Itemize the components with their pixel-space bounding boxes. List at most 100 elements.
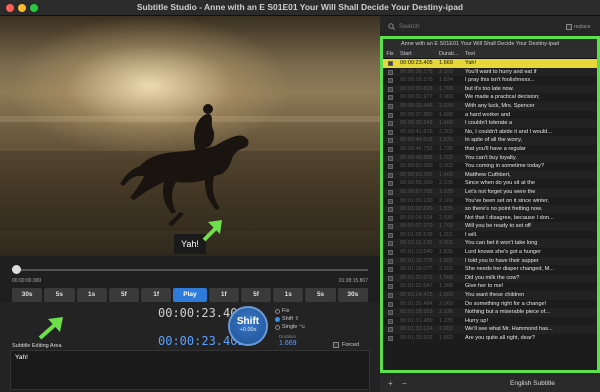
row-fix-checkbox[interactable]	[383, 274, 397, 283]
row-fix-checkbox[interactable]	[383, 128, 397, 137]
table-row[interactable]: 00:00:26.175 2.100 You'll want to hurry an…	[383, 67, 597, 77]
table-row[interactable]: 00:00:57.795 1.935 Let's not forget you we…	[383, 187, 597, 197]
replace-toggle[interactable]: replace	[566, 24, 590, 30]
table-row[interactable]: 00:00:32.977 2.069 We made a practical dec…	[383, 93, 597, 102]
column-start[interactable]: Start	[397, 49, 439, 58]
play-button[interactable]: Play	[173, 288, 207, 302]
row-fix-checkbox[interactable]	[383, 119, 397, 128]
row-fix-checkbox[interactable]	[383, 308, 397, 317]
duration-value[interactable]: 1.669	[279, 340, 297, 347]
table-row[interactable]: 00:01:20.679 1.568 Did you milk the cow?	[383, 273, 597, 283]
table-row[interactable]: 00:00:39.948 1.468 I couldn't tolerate a	[383, 119, 597, 128]
row-fix-checkbox[interactable]	[383, 325, 397, 334]
row-fix-checkbox[interactable]	[383, 85, 397, 94]
back-1s-button[interactable]: 1s	[76, 288, 107, 302]
row-fix-checkbox[interactable]	[383, 282, 397, 291]
table-row[interactable]: 00:01:18.077 2.202 She needs her diaper ch…	[383, 265, 597, 274]
forward-1s-button[interactable]: 1s	[273, 288, 304, 302]
row-fix-checkbox[interactable]	[383, 197, 397, 206]
table-row[interactable]: 00:01:07.370 1.768 Will you be ready to se…	[383, 222, 597, 231]
table-row[interactable]: 00:01:15.775 1.902 I told you to have thei…	[383, 256, 597, 266]
search-field[interactable]: Search	[384, 20, 554, 32]
table-row[interactable]: 00:00:37.880 1.668 a hard worker and	[383, 111, 597, 120]
row-fix-checkbox[interactable]	[383, 265, 397, 274]
row-fix-checkbox[interactable]	[383, 291, 397, 300]
shift-button[interactable]: Shift +0.00s	[228, 306, 268, 346]
row-fix-checkbox[interactable]	[383, 257, 397, 266]
remove-button[interactable]: −	[402, 379, 407, 388]
table-row[interactable]: 00:01:22.647 1.368 Give her to me!	[383, 282, 597, 291]
row-start: 00:00:37.880	[400, 111, 433, 118]
scrubber-knob[interactable]	[12, 265, 21, 274]
row-fix-checkbox[interactable]	[383, 188, 397, 197]
table-row[interactable]: 00:00:41.816 2.302 No, I couldn't abide it…	[383, 128, 597, 137]
forward-1f-button[interactable]: 1f	[208, 288, 239, 302]
row-fix-checkbox[interactable]	[383, 76, 397, 85]
row-fix-checkbox[interactable]	[383, 154, 397, 163]
forward-5f-button[interactable]: 5f	[240, 288, 272, 302]
row-fix-checkbox[interactable]	[383, 136, 397, 145]
table-row[interactable]: 00:01:26.484 2.069 Do something right for …	[383, 300, 597, 309]
forward-30s-button[interactable]: 30s	[337, 288, 368, 302]
forward-5s-button[interactable]: 5s	[305, 288, 336, 302]
row-fix-checkbox[interactable]	[383, 248, 397, 257]
table-row[interactable]: 00:01:24.415 1.669 You want these children	[383, 291, 597, 300]
back-5f-button[interactable]: 5f	[108, 288, 140, 302]
language-selector[interactable]: English Subtitle	[510, 380, 555, 387]
table-row[interactable]: 00:00:28.575 1.834 I pray this isn't fooli…	[383, 76, 597, 85]
add-button[interactable]: +	[388, 379, 393, 388]
table-row[interactable]: 00:01:31.489 1.235 Hurry up!	[383, 317, 597, 326]
table-row[interactable]: 00:00:53.392 1.468 Matthew Cuthbert,	[383, 170, 597, 180]
row-fix-checkbox[interactable]	[383, 68, 397, 77]
table-row[interactable]: 00:00:50.990 2.002 You coming in sometime …	[383, 162, 597, 171]
row-fix-checkbox[interactable]	[383, 111, 397, 120]
table-row[interactable]: 00:01:35.526 1.802 Are you quite all right…	[383, 334, 597, 343]
row-fix-checkbox[interactable]	[383, 222, 397, 231]
row-fix-checkbox[interactable]	[383, 205, 397, 214]
table-row[interactable]: 00:01:02.699 1.835 so there's no point fre…	[383, 205, 597, 214]
back-30s-button[interactable]: 30s	[12, 288, 43, 302]
subtitle-text-area[interactable]: Yah!	[10, 350, 370, 390]
row-fix-checkbox[interactable]	[383, 239, 397, 248]
row-fix-checkbox[interactable]	[383, 334, 397, 343]
table-row[interactable]: 00:00:48.888 1.702 You can't buy loyalty.	[383, 153, 597, 163]
row-fix-checkbox[interactable]	[383, 93, 397, 102]
column-text[interactable]: Text	[459, 49, 597, 58]
row-fix-checkbox[interactable]	[383, 231, 397, 240]
option-single[interactable]: Single ⌥	[275, 323, 305, 331]
option-fix[interactable]: Fix	[275, 307, 305, 315]
table-row[interactable]: 00:00:35.446 2.034 With any luck, Mrs. Spe…	[383, 101, 597, 111]
row-fix-checkbox[interactable]	[383, 317, 397, 326]
table-row[interactable]: 00:01:13.540 1.835 Lord knows she's got a …	[383, 248, 597, 257]
row-fix-checkbox[interactable]	[383, 102, 397, 111]
forced-checkbox[interactable]: Forced	[333, 342, 359, 348]
row-fix-checkbox[interactable]	[383, 300, 397, 309]
timeline-scrubber[interactable]: 00:00:00.000 01:28:15.867	[0, 256, 380, 286]
column-fix[interactable]: Fix	[383, 49, 397, 58]
option-shift[interactable]: Shift ⇧	[275, 315, 305, 323]
row-fix-checkbox[interactable]	[383, 214, 397, 223]
back-1f-button[interactable]: 1f	[141, 288, 172, 302]
table-row[interactable]: 00:01:09.538 1.201 I will.	[383, 231, 597, 240]
table-row[interactable]: 00:00:46.753 1.735 that you'll have a regu…	[383, 145, 597, 154]
row-fix-checkbox[interactable]	[383, 162, 397, 171]
row-fix-checkbox[interactable]	[383, 59, 397, 68]
table-row[interactable]: 00:00:30.809 1.768 but it's too late now.	[383, 84, 597, 94]
video-player[interactable]: Yah!	[0, 16, 380, 256]
table-row[interactable]: 00:01:00.130 2.169 You've been set on it s…	[383, 197, 597, 206]
column-duration[interactable]: Durati...	[439, 49, 459, 58]
table-row[interactable]: 00:00:23.405 1.669 Yah!	[383, 59, 597, 68]
table-row[interactable]: 00:00:55.260 2.135 Since when do you sit a…	[383, 179, 597, 188]
row-fix-checkbox[interactable]	[383, 179, 397, 188]
row-fix-checkbox[interactable]	[383, 145, 397, 154]
row-duration: 1.235	[439, 317, 453, 324]
table-row[interactable]: 00:00:44.518 1.835 In spite of all the wor…	[383, 136, 597, 145]
scrubber-track[interactable]	[12, 269, 368, 271]
table-row[interactable]: 00:01:28.953 2.136 Nothing but a miserable…	[383, 308, 597, 317]
table-row[interactable]: 00:01:04.934 2.036 Not that I disagree, be…	[383, 214, 597, 223]
table-row[interactable]: 00:01:11.139 2.001 You can bet it won't ta…	[383, 239, 597, 249]
table-row[interactable]: 00:01:33.124 2.002 We'll see what Mr. Hamm…	[383, 325, 597, 334]
option-single-label: Single ⌥	[282, 324, 306, 330]
back-5s-button[interactable]: 5s	[44, 288, 75, 302]
row-fix-checkbox[interactable]	[383, 171, 397, 180]
